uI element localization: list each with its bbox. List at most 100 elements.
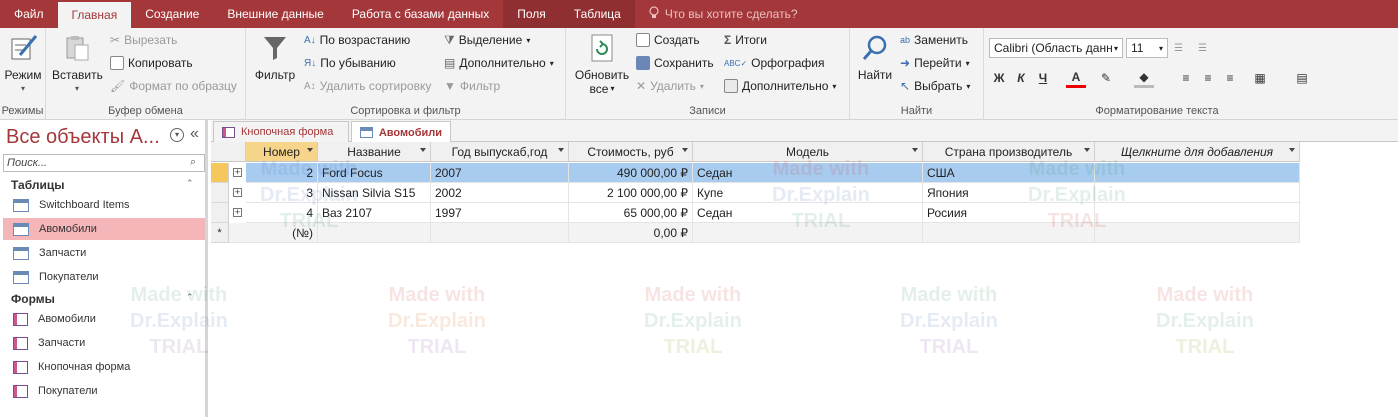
bold-button[interactable]: Ж <box>989 68 1009 88</box>
highlight-button[interactable]: ✎ <box>1096 68 1116 88</box>
cell-empty[interactable] <box>1095 183 1300 203</box>
collapse-section-icon[interactable]: ⌃ <box>186 178 194 189</box>
numbering-button[interactable]: ☰ <box>1198 38 1207 58</box>
select-button[interactable]: ↖ Выбрать ▾ <box>900 76 970 96</box>
nav-item-form[interactable]: Кнопочная форма <box>3 356 205 378</box>
spelling-button[interactable]: ABC✓ Орфография <box>724 53 825 73</box>
tab-external-data[interactable]: Внешние данные <box>213 0 338 28</box>
column-header[interactable]: Название <box>318 142 431 162</box>
totals-button[interactable]: Σ Итоги <box>724 30 767 50</box>
goto-button[interactable]: ➜ Перейти ▾ <box>900 53 970 73</box>
filter-button[interactable]: Фильтр <box>252 32 298 82</box>
delete-record-button[interactable]: ✕ Удалить ▾ <box>636 76 704 96</box>
cell-model[interactable]: Седан <box>693 163 923 183</box>
cell-number[interactable]: 3 <box>246 183 318 203</box>
collapse-section-icon[interactable]: ⌃ <box>186 292 194 303</box>
expand-icon[interactable]: + <box>233 208 242 217</box>
tab-table[interactable]: Таблица <box>559 0 635 28</box>
cell-year-new[interactable] <box>431 223 569 243</box>
chevron-down-icon[interactable]: ▾ <box>170 128 184 142</box>
alt-row-color-button[interactable]: ▤ <box>1292 68 1312 88</box>
chevron-down-icon[interactable] <box>307 148 313 152</box>
doc-tab-cars[interactable]: Авомобили <box>351 121 451 143</box>
nav-section-tables[interactable]: Таблицы <box>11 178 64 192</box>
cell-year[interactable]: 2007 <box>431 163 569 183</box>
cut-button[interactable]: ✂ Вырезать <box>110 30 177 50</box>
nav-item-table[interactable]: Switchboard Items <box>3 194 205 216</box>
cell-name[interactable]: Nissan Silvia S15 <box>318 183 431 203</box>
sort-descending-button[interactable]: Я↓ По убыванию <box>304 53 396 73</box>
toggle-filter-button[interactable]: ▼ Фильтр <box>444 76 500 96</box>
tab-create[interactable]: Создание <box>131 0 213 28</box>
gridlines-button[interactable]: ▦ <box>1250 68 1270 88</box>
selection-button[interactable]: ⧩ Выделение ▾ <box>444 30 530 50</box>
cell-model-new[interactable] <box>693 223 923 243</box>
chevron-down-icon[interactable] <box>1084 148 1090 152</box>
column-header[interactable]: Страна производитель <box>923 142 1095 162</box>
underline-button[interactable]: Ч <box>1033 68 1053 88</box>
cell-year[interactable]: 2002 <box>431 183 569 203</box>
format-painter-button[interactable]: 🖌 Формат по образцу <box>110 76 237 96</box>
chevron-down-icon[interactable] <box>420 148 426 152</box>
nav-search-input[interactable]: Поиск... <box>3 154 205 172</box>
font-size-select[interactable]: 11 ▾ <box>1126 38 1168 58</box>
italic-button[interactable]: К <box>1011 68 1031 88</box>
record-selector[interactable] <box>211 183 229 203</box>
cell-model[interactable]: Седан <box>693 203 923 223</box>
collapse-pane-icon[interactable]: « <box>190 125 199 143</box>
nav-item-form[interactable]: Авомобили <box>3 308 205 330</box>
cell-empty[interactable] <box>1095 163 1300 183</box>
view-button[interactable]: Режим ▾ <box>3 32 43 96</box>
fill-color-button[interactable]: ◆ <box>1134 68 1154 88</box>
cell-country[interactable]: США <box>923 163 1095 183</box>
new-record-button[interactable]: Создать <box>636 30 700 50</box>
click-to-add-header[interactable]: Щелкните для добавления <box>1095 142 1300 162</box>
align-center-button[interactable]: ≡ <box>1198 68 1218 88</box>
chevron-down-icon[interactable] <box>558 148 564 152</box>
column-header[interactable]: Стоимость, руб <box>569 142 693 162</box>
nav-pane-title[interactable]: Все объекты А... <box>6 126 160 149</box>
cell-price[interactable]: 490 000,00 ₽ <box>569 163 693 183</box>
font-color-button[interactable]: А <box>1066 68 1086 88</box>
cell-number-new[interactable]: (№) <box>229 223 318 243</box>
chevron-down-icon[interactable] <box>1289 148 1295 152</box>
paste-button[interactable]: Вставить ▾ <box>52 32 103 96</box>
advanced-filter-button[interactable]: ▤ Дополнительно ▾ <box>444 53 554 73</box>
align-right-button[interactable]: ≡ <box>1220 68 1240 88</box>
cell-model[interactable]: Купе <box>693 183 923 203</box>
cell-empty-new[interactable] <box>1095 223 1300 243</box>
tab-database-tools[interactable]: Работа с базами данных <box>338 0 503 28</box>
copy-button[interactable]: Копировать <box>110 53 193 73</box>
cell-name[interactable]: Ford Focus <box>318 163 431 183</box>
nav-item-table[interactable]: Покупатели <box>3 266 205 288</box>
cell-price[interactable]: 2 100 000,00 ₽ <box>569 183 693 203</box>
nav-item-form[interactable]: Покупатели <box>3 380 205 402</box>
table-row[interactable]: + 4 Ваз 2107 1997 65 000,00 ₽ Седан Роси… <box>211 203 1300 223</box>
search-icon[interactable]: ⌕ <box>190 156 196 169</box>
cell-country[interactable]: Япония <box>923 183 1095 203</box>
save-record-button[interactable]: Сохранить <box>636 53 714 73</box>
cell-name[interactable]: Ваз 2107 <box>318 203 431 223</box>
nav-section-forms[interactable]: Формы <box>11 292 55 306</box>
new-record-marker[interactable]: * <box>211 223 229 243</box>
sort-ascending-button[interactable]: A↓ По возрастанию <box>304 30 410 50</box>
cell-price-new[interactable]: 0,00 ₽ <box>569 223 693 243</box>
new-record-row[interactable]: * (№) 0,00 ₽ <box>211 223 1300 243</box>
expand-icon[interactable]: + <box>233 188 242 197</box>
doc-tab-switchboard[interactable]: Кнопочная форма <box>213 121 349 142</box>
replace-button[interactable]: ab Заменить <box>900 30 968 50</box>
chevron-down-icon[interactable] <box>682 148 688 152</box>
cell-number[interactable]: 2 <box>246 163 318 183</box>
column-header[interactable]: Год выпускаб,год <box>431 142 569 162</box>
nav-item-table[interactable]: Авомобили <box>3 218 205 240</box>
select-all-corner[interactable] <box>211 142 246 162</box>
tab-home[interactable]: Главная <box>57 2 132 28</box>
column-header[interactable]: Модель <box>693 142 923 162</box>
table-row[interactable]: + 2 Ford Focus 2007 490 000,00 ₽ Седан С… <box>211 163 1300 183</box>
table-row[interactable]: + 3 Nissan Silvia S15 2002 2 100 000,00 … <box>211 183 1300 203</box>
cell-price[interactable]: 65 000,00 ₽ <box>569 203 693 223</box>
bullets-button[interactable]: ☰ <box>1174 38 1183 58</box>
cell-name-new[interactable] <box>318 223 431 243</box>
nav-item-table[interactable]: Запчасти <box>3 242 205 264</box>
remove-sort-button[interactable]: A↕ Удалить сортировку <box>304 76 431 96</box>
